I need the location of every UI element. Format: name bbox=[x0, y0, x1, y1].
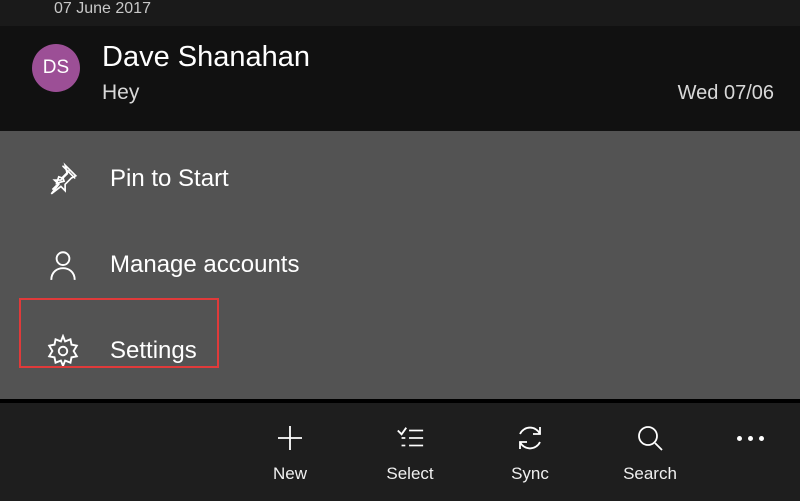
select-list-icon bbox=[393, 420, 427, 456]
search-button[interactable]: Search bbox=[590, 403, 710, 501]
bar-label: Select bbox=[386, 464, 433, 484]
menu-item-pin-to-start[interactable]: Pin to Start bbox=[0, 136, 800, 222]
pin-icon bbox=[44, 160, 82, 198]
bar-label: New bbox=[273, 464, 307, 484]
command-bar: New Select Sync bbox=[0, 403, 800, 501]
menu-label: Pin to Start bbox=[110, 165, 229, 193]
select-button[interactable]: Select bbox=[350, 403, 470, 501]
menu-label: Settings bbox=[110, 337, 197, 365]
date-group-text: 07 June 2017 bbox=[54, 0, 151, 17]
person-icon bbox=[44, 246, 82, 284]
menu-item-manage-accounts[interactable]: Manage accounts bbox=[0, 222, 800, 308]
email-list-item[interactable]: DS Dave Shanahan Hey Wed 07/06 bbox=[0, 26, 800, 146]
sync-icon bbox=[514, 420, 546, 456]
ellipsis-icon bbox=[737, 420, 764, 456]
date-group-header: 07 June 2017 bbox=[0, 0, 800, 26]
sync-button[interactable]: Sync bbox=[470, 403, 590, 501]
menu-label: Manage accounts bbox=[110, 251, 299, 279]
avatar: DS bbox=[32, 44, 80, 92]
email-preview: Hey bbox=[102, 81, 139, 105]
email-content: Dave Shanahan Hey Wed 07/06 bbox=[102, 40, 774, 105]
more-button[interactable] bbox=[710, 403, 790, 501]
bar-label: Sync bbox=[511, 464, 549, 484]
context-menu: Pin to Start Manage accounts Settings bbox=[0, 131, 800, 399]
plus-icon bbox=[274, 420, 306, 456]
menu-item-settings[interactable]: Settings bbox=[0, 308, 800, 394]
sender-name: Dave Shanahan bbox=[102, 40, 774, 75]
bar-label bbox=[748, 464, 753, 484]
bar-label: Search bbox=[623, 464, 677, 484]
gear-icon bbox=[44, 332, 82, 370]
email-date: Wed 07/06 bbox=[678, 82, 774, 105]
new-button[interactable]: New bbox=[230, 403, 350, 501]
avatar-initials: DS bbox=[43, 57, 69, 79]
search-icon bbox=[634, 420, 666, 456]
